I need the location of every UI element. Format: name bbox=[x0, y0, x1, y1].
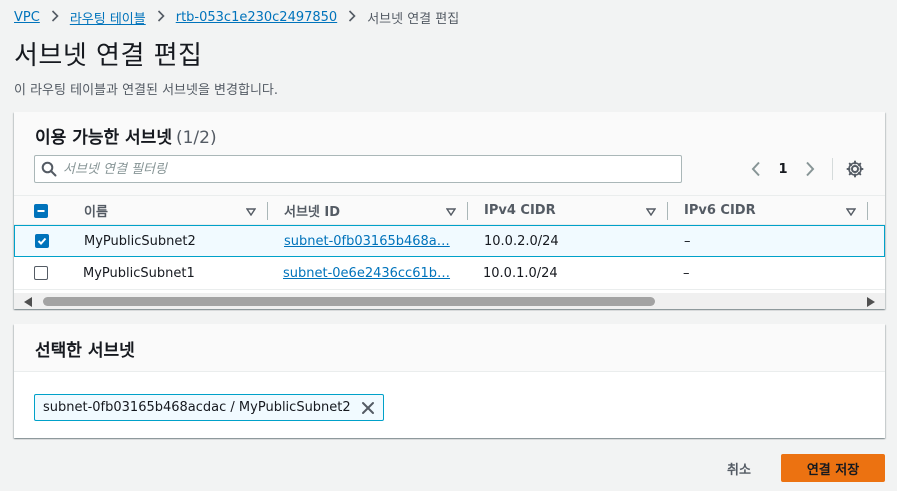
check-icon bbox=[37, 237, 47, 245]
subnet-id-link[interactable]: subnet-0e6e2436cc61b… bbox=[283, 266, 450, 281]
sort-caret-icon[interactable] bbox=[245, 205, 257, 220]
chevron-left-icon bbox=[751, 161, 760, 177]
row-name: MyPublicSubnet2 bbox=[84, 233, 196, 249]
close-icon bbox=[361, 401, 374, 414]
row-subnet-id-cell: subnet-0e6e2436cc61b… bbox=[283, 258, 453, 288]
row-ipv6: – bbox=[684, 233, 691, 249]
scroll-right-arrow-icon[interactable] bbox=[867, 297, 875, 307]
save-associations-button[interactable]: 연결 저장 bbox=[781, 454, 885, 482]
breadcrumb-vpc[interactable]: VPC bbox=[14, 10, 40, 25]
column-subnet-id-label: 서브넷 ID bbox=[284, 205, 341, 220]
column-subnet-id[interactable]: 서브넷 ID bbox=[268, 196, 468, 225]
pagination: 1 bbox=[744, 157, 867, 181]
available-subnets-panel: 이용 가능한 서브넷(1/2) 1 bbox=[14, 112, 885, 309]
horizontal-scrollbar[interactable] bbox=[14, 293, 885, 309]
breadcrumb-current: 서브넷 연결 편집 bbox=[367, 11, 460, 27]
breadcrumb-route-table-id[interactable]: rtb-053c1e230c2497850 bbox=[176, 10, 337, 25]
scroll-left-arrow-icon[interactable] bbox=[24, 297, 32, 307]
sort-caret-icon[interactable] bbox=[645, 205, 657, 220]
panel-title-text: 이용 가능한 서브넷 bbox=[35, 128, 172, 148]
next-page-button[interactable] bbox=[798, 157, 822, 181]
page-number[interactable]: 1 bbox=[768, 162, 798, 177]
subnets-table: 이름 서브넷 ID IPv4 CIDR IPv6 CIDR MyPublicSu… bbox=[14, 195, 885, 309]
search-icon bbox=[35, 156, 63, 182]
row-ipv6: – bbox=[683, 265, 690, 281]
selected-subnets-panel: 선택한 서브넷 subnet-0fb03165b468acdac / MyPub… bbox=[14, 324, 885, 438]
row-select-cell bbox=[34, 258, 64, 288]
row-name: MyPublicSubnet1 bbox=[83, 265, 195, 281]
filter-field bbox=[34, 155, 682, 183]
sort-caret-icon[interactable] bbox=[845, 205, 857, 220]
column-ipv4-cidr[interactable]: IPv4 CIDR bbox=[468, 196, 668, 225]
column-ipv4-cidr-label: IPv4 CIDR bbox=[484, 203, 556, 218]
table-row[interactable]: MyPublicSubnet1 subnet-0e6e2436cc61b… 10… bbox=[14, 258, 885, 290]
row-subnet-id-cell: subnet-0fb03165b468a… bbox=[284, 226, 454, 256]
previous-page-button[interactable] bbox=[744, 157, 768, 181]
panel-header: 이용 가능한 서브넷 (1/2) bbox=[14, 112, 885, 154]
selection-count: (1/2) bbox=[175, 128, 217, 148]
row-ipv4: 10.0.1.0/24 bbox=[483, 265, 558, 281]
chevron-right-icon bbox=[806, 161, 815, 177]
table-row[interactable]: MyPublicSubnet2 subnet-0fb03165b468a… 10… bbox=[14, 225, 885, 257]
table-header: 이름 서브넷 ID IPv4 CIDR IPv6 CIDR bbox=[14, 195, 885, 225]
indeterminate-icon bbox=[37, 209, 45, 212]
sort-caret-icon[interactable] bbox=[445, 205, 457, 220]
column-name[interactable]: 이름 bbox=[68, 196, 268, 225]
column-name-label: 이름 bbox=[84, 205, 108, 220]
token-label: subnet-0fb03165b468acdac / MyPublicSubne… bbox=[43, 400, 351, 415]
preferences-button[interactable] bbox=[843, 157, 867, 181]
subnet-id-link[interactable]: subnet-0fb03165b468a… bbox=[284, 234, 450, 249]
row-checkbox[interactable] bbox=[35, 234, 49, 248]
page-title: 서브넷 연결 편집 bbox=[14, 41, 203, 71]
chevron-right-icon bbox=[157, 9, 165, 25]
filter-input[interactable] bbox=[63, 157, 681, 181]
column-divider[interactable] bbox=[867, 202, 868, 220]
panel-title: 선택한 서브넷 bbox=[35, 341, 135, 361]
column-ipv6-cidr[interactable]: IPv6 CIDR bbox=[668, 196, 868, 225]
remove-token-button[interactable] bbox=[359, 399, 377, 417]
selected-subnet-token: subnet-0fb03165b468acdac / MyPublicSubne… bbox=[34, 394, 384, 421]
chevron-right-icon bbox=[348, 9, 356, 25]
panel-header: 선택한 서브넷 bbox=[14, 324, 885, 372]
row-select-cell bbox=[35, 226, 65, 256]
cancel-button[interactable]: 취소 bbox=[712, 454, 766, 482]
row-checkbox[interactable] bbox=[34, 266, 48, 280]
pager-divider bbox=[832, 158, 833, 180]
page-description: 이 라우팅 테이블과 연결된 서브넷을 변경합니다. bbox=[14, 83, 278, 98]
gear-icon bbox=[846, 160, 864, 178]
breadcrumb: VPC 라우팅 테이블 rtb-053c1e230c2497850 서브넷 연결… bbox=[14, 7, 459, 27]
panel-title: 이용 가능한 서브넷 (1/2) bbox=[35, 123, 217, 148]
row-ipv4: 10.0.2.0/24 bbox=[484, 233, 559, 249]
select-all-checkbox[interactable] bbox=[34, 203, 48, 218]
scrollbar-thumb[interactable] bbox=[43, 297, 655, 306]
column-ipv6-cidr-label: IPv6 CIDR bbox=[684, 203, 756, 218]
chevron-right-icon bbox=[51, 9, 59, 25]
breadcrumb-route-tables[interactable]: 라우팅 테이블 bbox=[70, 8, 146, 27]
